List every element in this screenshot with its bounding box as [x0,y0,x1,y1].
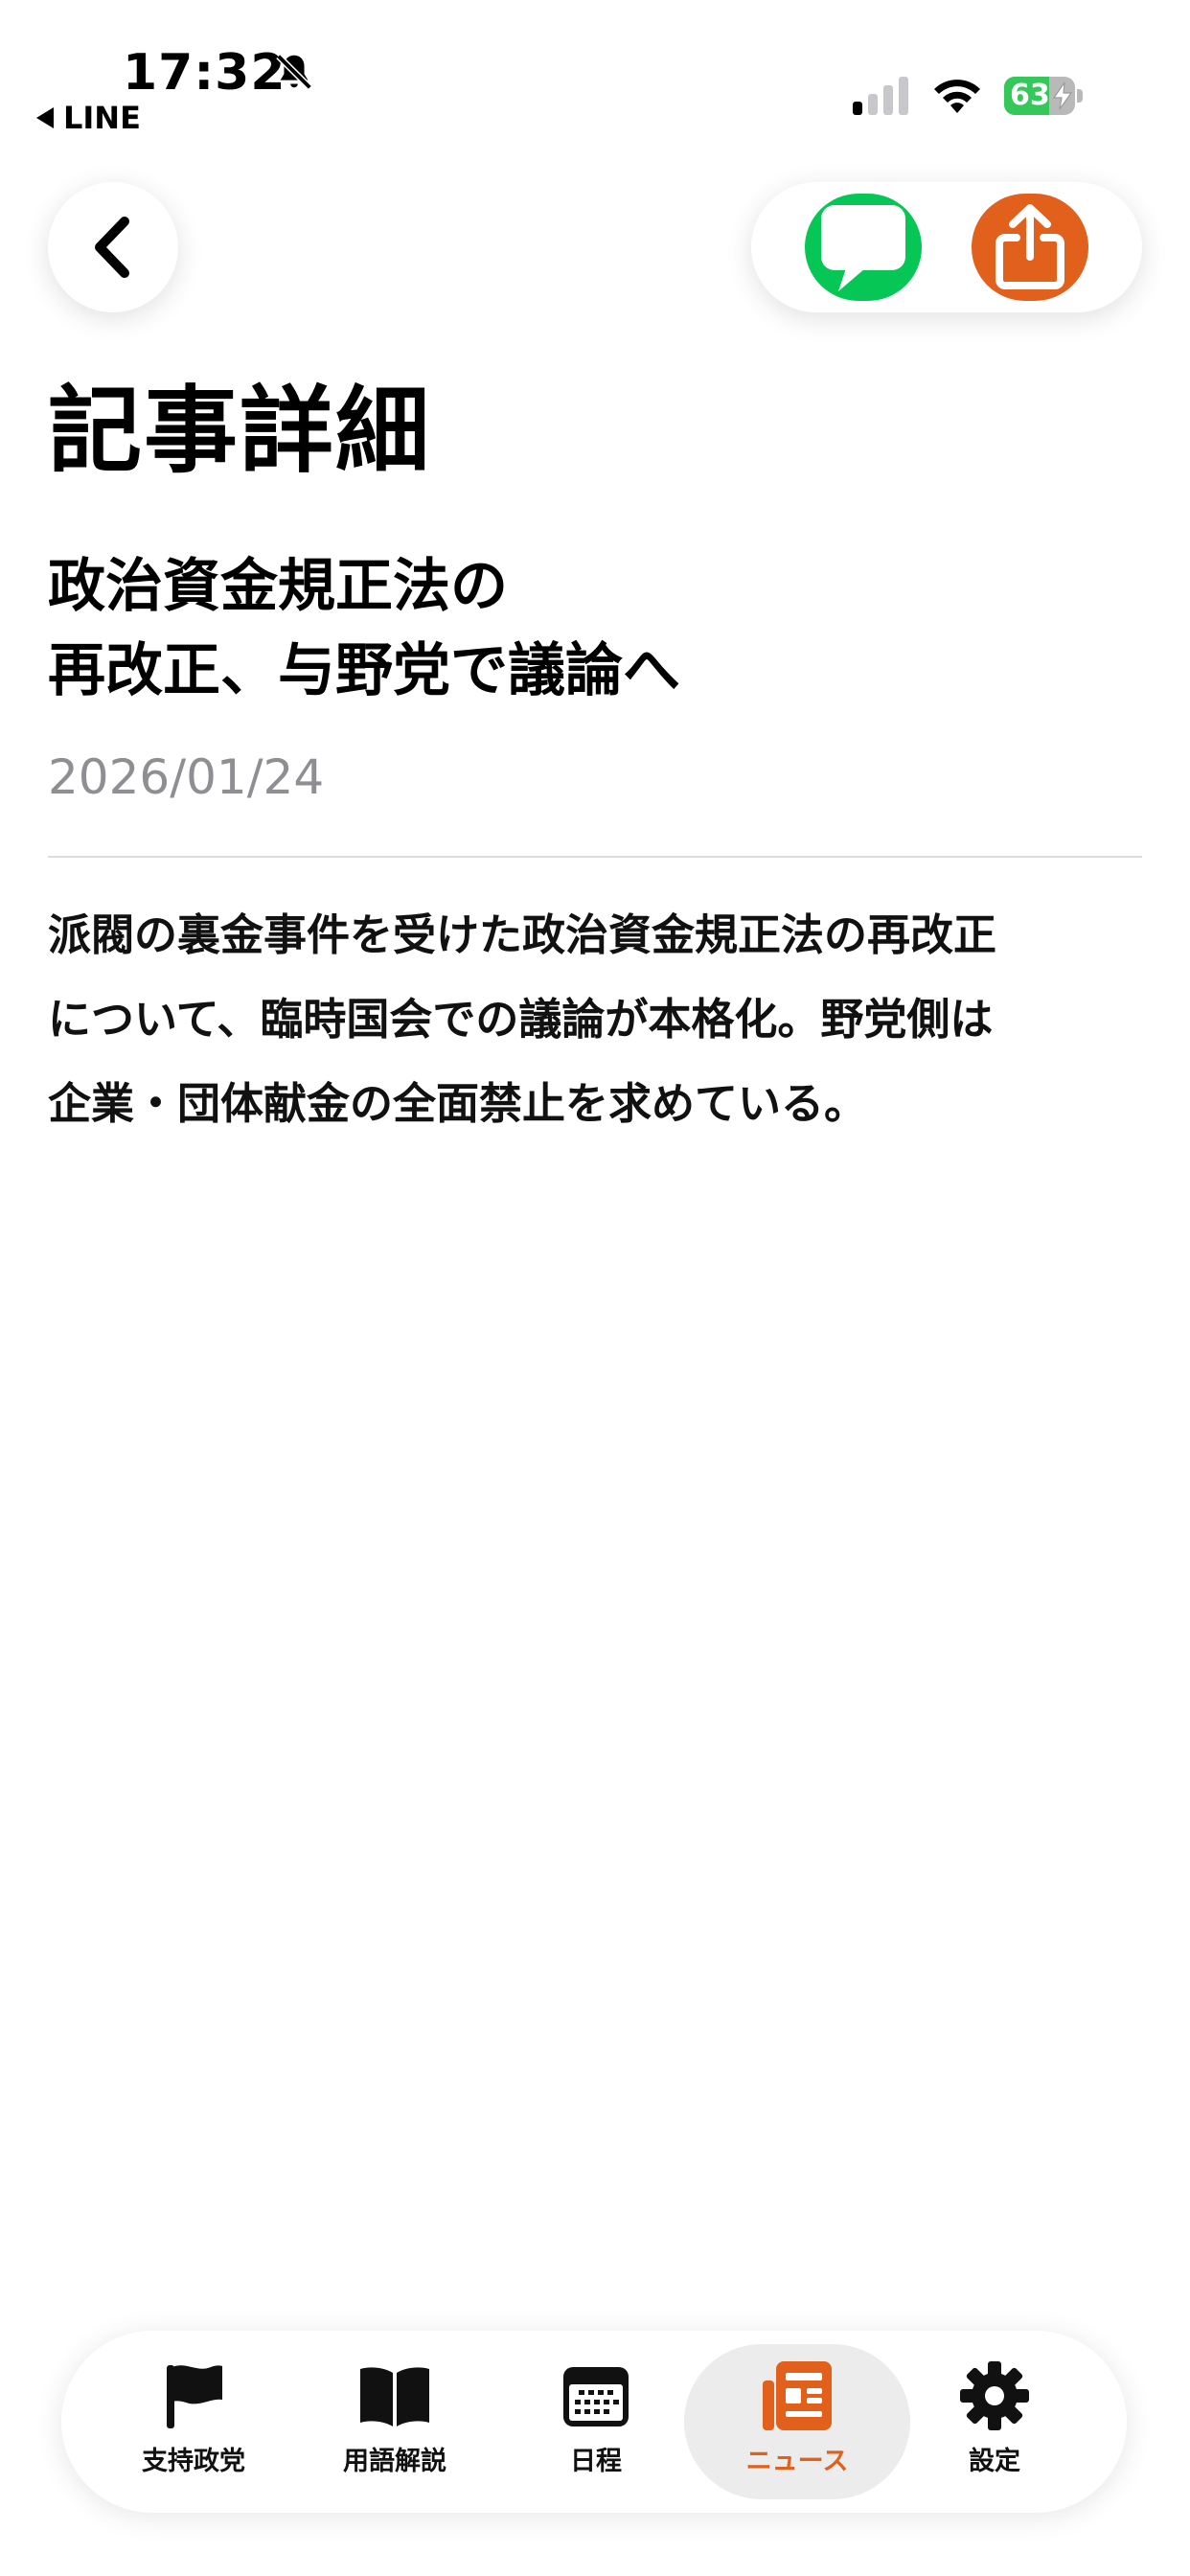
tab-bar: 支持政党 用語解説 日程 ニュース 設定 [61,2331,1127,2513]
page-title: 記事詳細 [48,377,432,486]
tab-label: 用語解説 [343,2447,446,2476]
calendar-icon [563,2367,629,2426]
status-back-app-label: LINE [63,100,141,136]
share-button[interactable] [972,194,1088,301]
article-date: 2026/01/24 [48,749,325,805]
back-triangle-icon [36,107,54,128]
tab-label: 支持政党 [142,2447,245,2476]
battery-indicator: 63 [1004,77,1083,115]
line-share-button[interactable] [805,194,922,301]
tab-label: ニュース [745,2447,849,2476]
share-icon [995,204,1064,289]
action-button-group [751,182,1142,312]
tab-settings[interactable]: 設定 [881,2344,1108,2499]
divider [48,856,1142,858]
tab-label: 日程 [570,2447,622,2476]
article-title-line: 再改正、与野党で議論へ [48,637,680,704]
newspaper-icon [763,2361,832,2430]
cellular-signal-icon [853,77,908,115]
tab-glossary[interactable]: 用語解説 [282,2344,508,2499]
article-body: 派閥の裏金事件を受けた政治資金規正法の再改正 について、臨時国会での議論が本格化… [48,893,1140,1146]
status-back-to-app[interactable]: LINE [36,100,141,136]
back-button[interactable] [48,182,178,312]
chevron-left-icon [95,217,129,278]
status-time: 17:32 [123,44,286,102]
bell-slash-icon [276,54,312,90]
flag-icon [167,2365,222,2428]
wifi-icon [934,80,980,113]
gear-icon [960,2361,1029,2430]
tab-news[interactable]: ニュース [684,2344,910,2499]
chat-bubble-icon [821,205,905,291]
tab-schedule[interactable]: 日程 [483,2344,709,2499]
article-title-line: 政治資金規正法の [48,553,508,620]
tab-label: 設定 [969,2447,1020,2476]
article-title: 政治資金規正法の 再改正、与野党で議論へ [48,544,1140,713]
article-body-line: 派閥の裏金事件を受けた政治資金規正法の再改正 [48,909,997,960]
charging-bolt-icon [1052,82,1073,109]
article-body-line: 企業・団体献金の全面禁止を求めている。 [48,1078,868,1129]
tab-support-party[interactable]: 支持政党 [80,2344,307,2499]
book-icon [360,2367,429,2426]
article-body-line: について、臨時国会での議論が本格化。野党側は [48,994,994,1045]
